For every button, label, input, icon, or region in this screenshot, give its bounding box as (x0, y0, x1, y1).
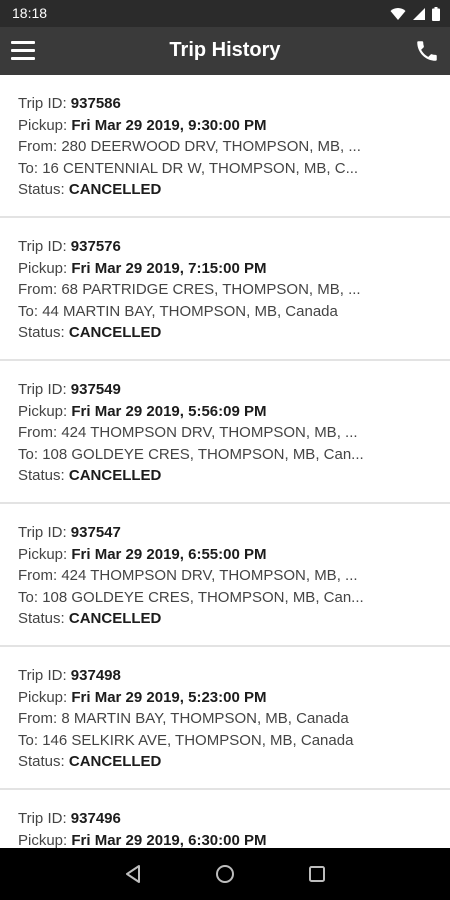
trip-status: CANCELLED (68, 753, 162, 771)
trip-id: 937586 (70, 95, 121, 112)
pickup-time: Fri Mar 29 2019, 7:15:00 PM (71, 259, 267, 277)
battery-icon (432, 7, 440, 21)
phone-icon[interactable] (414, 38, 440, 64)
to-address: 44 MARTIN BAY, THOMPSON, MB, Canada (42, 302, 338, 320)
status-bar: 18:18 (0, 0, 450, 27)
from-line: From: 280 DEERWOOD DRV, THOMPSON, MB, ..… (18, 138, 361, 156)
trip-id: 937547 (70, 524, 121, 541)
trip-id: 937496 (70, 810, 121, 827)
from-line: From: 68 PARTRIDGE CRES, THOMPSON, MB, .… (18, 281, 361, 299)
status-line: Status: CANCELLED (18, 467, 162, 485)
pickup-time: Fri Mar 29 2019, 5:56:09 PM (71, 402, 267, 420)
trip-id: 937576 (70, 238, 121, 255)
from-line: From: 424 THOMPSON DRV, THOMPSON, MB, ..… (18, 424, 358, 442)
trip-status: CANCELLED (68, 610, 162, 628)
app-bar: Trip History (0, 27, 450, 75)
trip-id: 937498 (70, 667, 121, 684)
from-address: 424 THOMPSON DRV, THOMPSON, MB, ... (61, 567, 358, 585)
trip-status: CANCELLED (68, 467, 162, 485)
trip-list[interactable]: Trip ID: 937586 Pickup: Fri Mar 29 2019,… (0, 75, 450, 848)
trip-card[interactable]: Trip ID: 937576 Pickup: Fri Mar 29 2019,… (0, 218, 450, 361)
from-line: From: 424 THOMPSON DRV, THOMPSON, MB, ..… (18, 567, 358, 585)
status-time: 18:18 (12, 5, 48, 21)
trip-status: CANCELLED (68, 324, 162, 342)
trip-card[interactable]: Trip ID: 937586 Pickup: Fri Mar 29 2019,… (0, 75, 450, 218)
to-address: 16 CENTENNIAL DR W, THOMPSON, MB, C... (42, 159, 359, 177)
to-address: 108 GOLDEYE CRES, THOMPSON, MB, Can... (42, 445, 364, 463)
trip-id-line: Trip ID: 937498 (18, 667, 121, 684)
from-address: 68 PARTRIDGE CRES, THOMPSON, MB, ... (61, 281, 361, 299)
to-address: 146 SELKIRK AVE, THOMPSON, MB, Canada (42, 731, 354, 749)
signal-icon (413, 8, 425, 20)
system-nav-bar (0, 848, 450, 900)
status-line: Status: CANCELLED (18, 753, 162, 771)
from-address: 8 MARTIN BAY, THOMPSON, MB, Canada (61, 710, 349, 728)
back-icon[interactable] (121, 862, 145, 886)
pickup-time: Fri Mar 29 2019, 9:30:00 PM (71, 116, 267, 134)
trip-status: CANCELLED (68, 181, 162, 199)
to-address: 108 GOLDEYE CRES, THOMPSON, MB, Can... (42, 588, 364, 606)
trip-id-line: Trip ID: 937547 (18, 524, 121, 541)
trip-id-line: Trip ID: 937586 (18, 95, 121, 112)
to-line: To: 108 GOLDEYE CRES, THOMPSON, MB, Can.… (18, 445, 364, 463)
pickup-line: Pickup: Fri Mar 29 2019, 5:56:09 PM (18, 402, 267, 420)
from-address: 424 THOMPSON DRV, THOMPSON, MB, ... (61, 424, 358, 442)
trip-id-line: Trip ID: 937496 (18, 810, 121, 827)
status-icons (390, 6, 440, 22)
pickup-time: Fri Mar 29 2019, 6:30:00 PM (71, 831, 267, 848)
status-line: Status: CANCELLED (18, 181, 162, 199)
pickup-line: Pickup: Fri Mar 29 2019, 5:23:00 PM (18, 688, 267, 706)
pickup-time: Fri Mar 29 2019, 6:55:00 PM (71, 545, 267, 563)
trip-card[interactable]: Trip ID: 937547 Pickup: Fri Mar 29 2019,… (0, 504, 450, 647)
pickup-line: Pickup: Fri Mar 29 2019, 6:55:00 PM (18, 545, 267, 563)
pickup-line: Pickup: Fri Mar 29 2019, 7:15:00 PM (18, 259, 267, 277)
pickup-time: Fri Mar 29 2019, 5:23:00 PM (71, 688, 267, 706)
recents-icon[interactable] (305, 862, 329, 886)
trip-card[interactable]: Trip ID: 937549 Pickup: Fri Mar 29 2019,… (0, 361, 450, 504)
pickup-line: Pickup: Fri Mar 29 2019, 6:30:00 PM (18, 831, 267, 848)
trip-id: 937549 (70, 381, 121, 398)
status-line: Status: CANCELLED (18, 324, 162, 342)
from-line: From: 8 MARTIN BAY, THOMPSON, MB, Canada (18, 710, 349, 728)
from-address: 280 DEERWOOD DRV, THOMPSON, MB, ... (61, 138, 361, 156)
trip-id-line: Trip ID: 937549 (18, 381, 121, 398)
to-line: To: 44 MARTIN BAY, THOMPSON, MB, Canada (18, 302, 338, 320)
trip-id-line: Trip ID: 937576 (18, 238, 121, 255)
to-line: To: 108 GOLDEYE CRES, THOMPSON, MB, Can.… (18, 588, 364, 606)
to-line: To: 146 SELKIRK AVE, THOMPSON, MB, Canad… (18, 731, 354, 749)
to-line: To: 16 CENTENNIAL DR W, THOMPSON, MB, C.… (18, 159, 359, 177)
pickup-line: Pickup: Fri Mar 29 2019, 9:30:00 PM (18, 116, 267, 134)
trip-card[interactable]: Trip ID: 937498 Pickup: Fri Mar 29 2019,… (0, 647, 450, 790)
status-line: Status: CANCELLED (18, 610, 162, 628)
trip-card[interactable]: Trip ID: 937496 Pickup: Fri Mar 29 2019,… (0, 790, 450, 848)
wifi-icon (390, 8, 406, 20)
page-title: Trip History (169, 39, 281, 61)
home-icon[interactable] (213, 862, 237, 886)
